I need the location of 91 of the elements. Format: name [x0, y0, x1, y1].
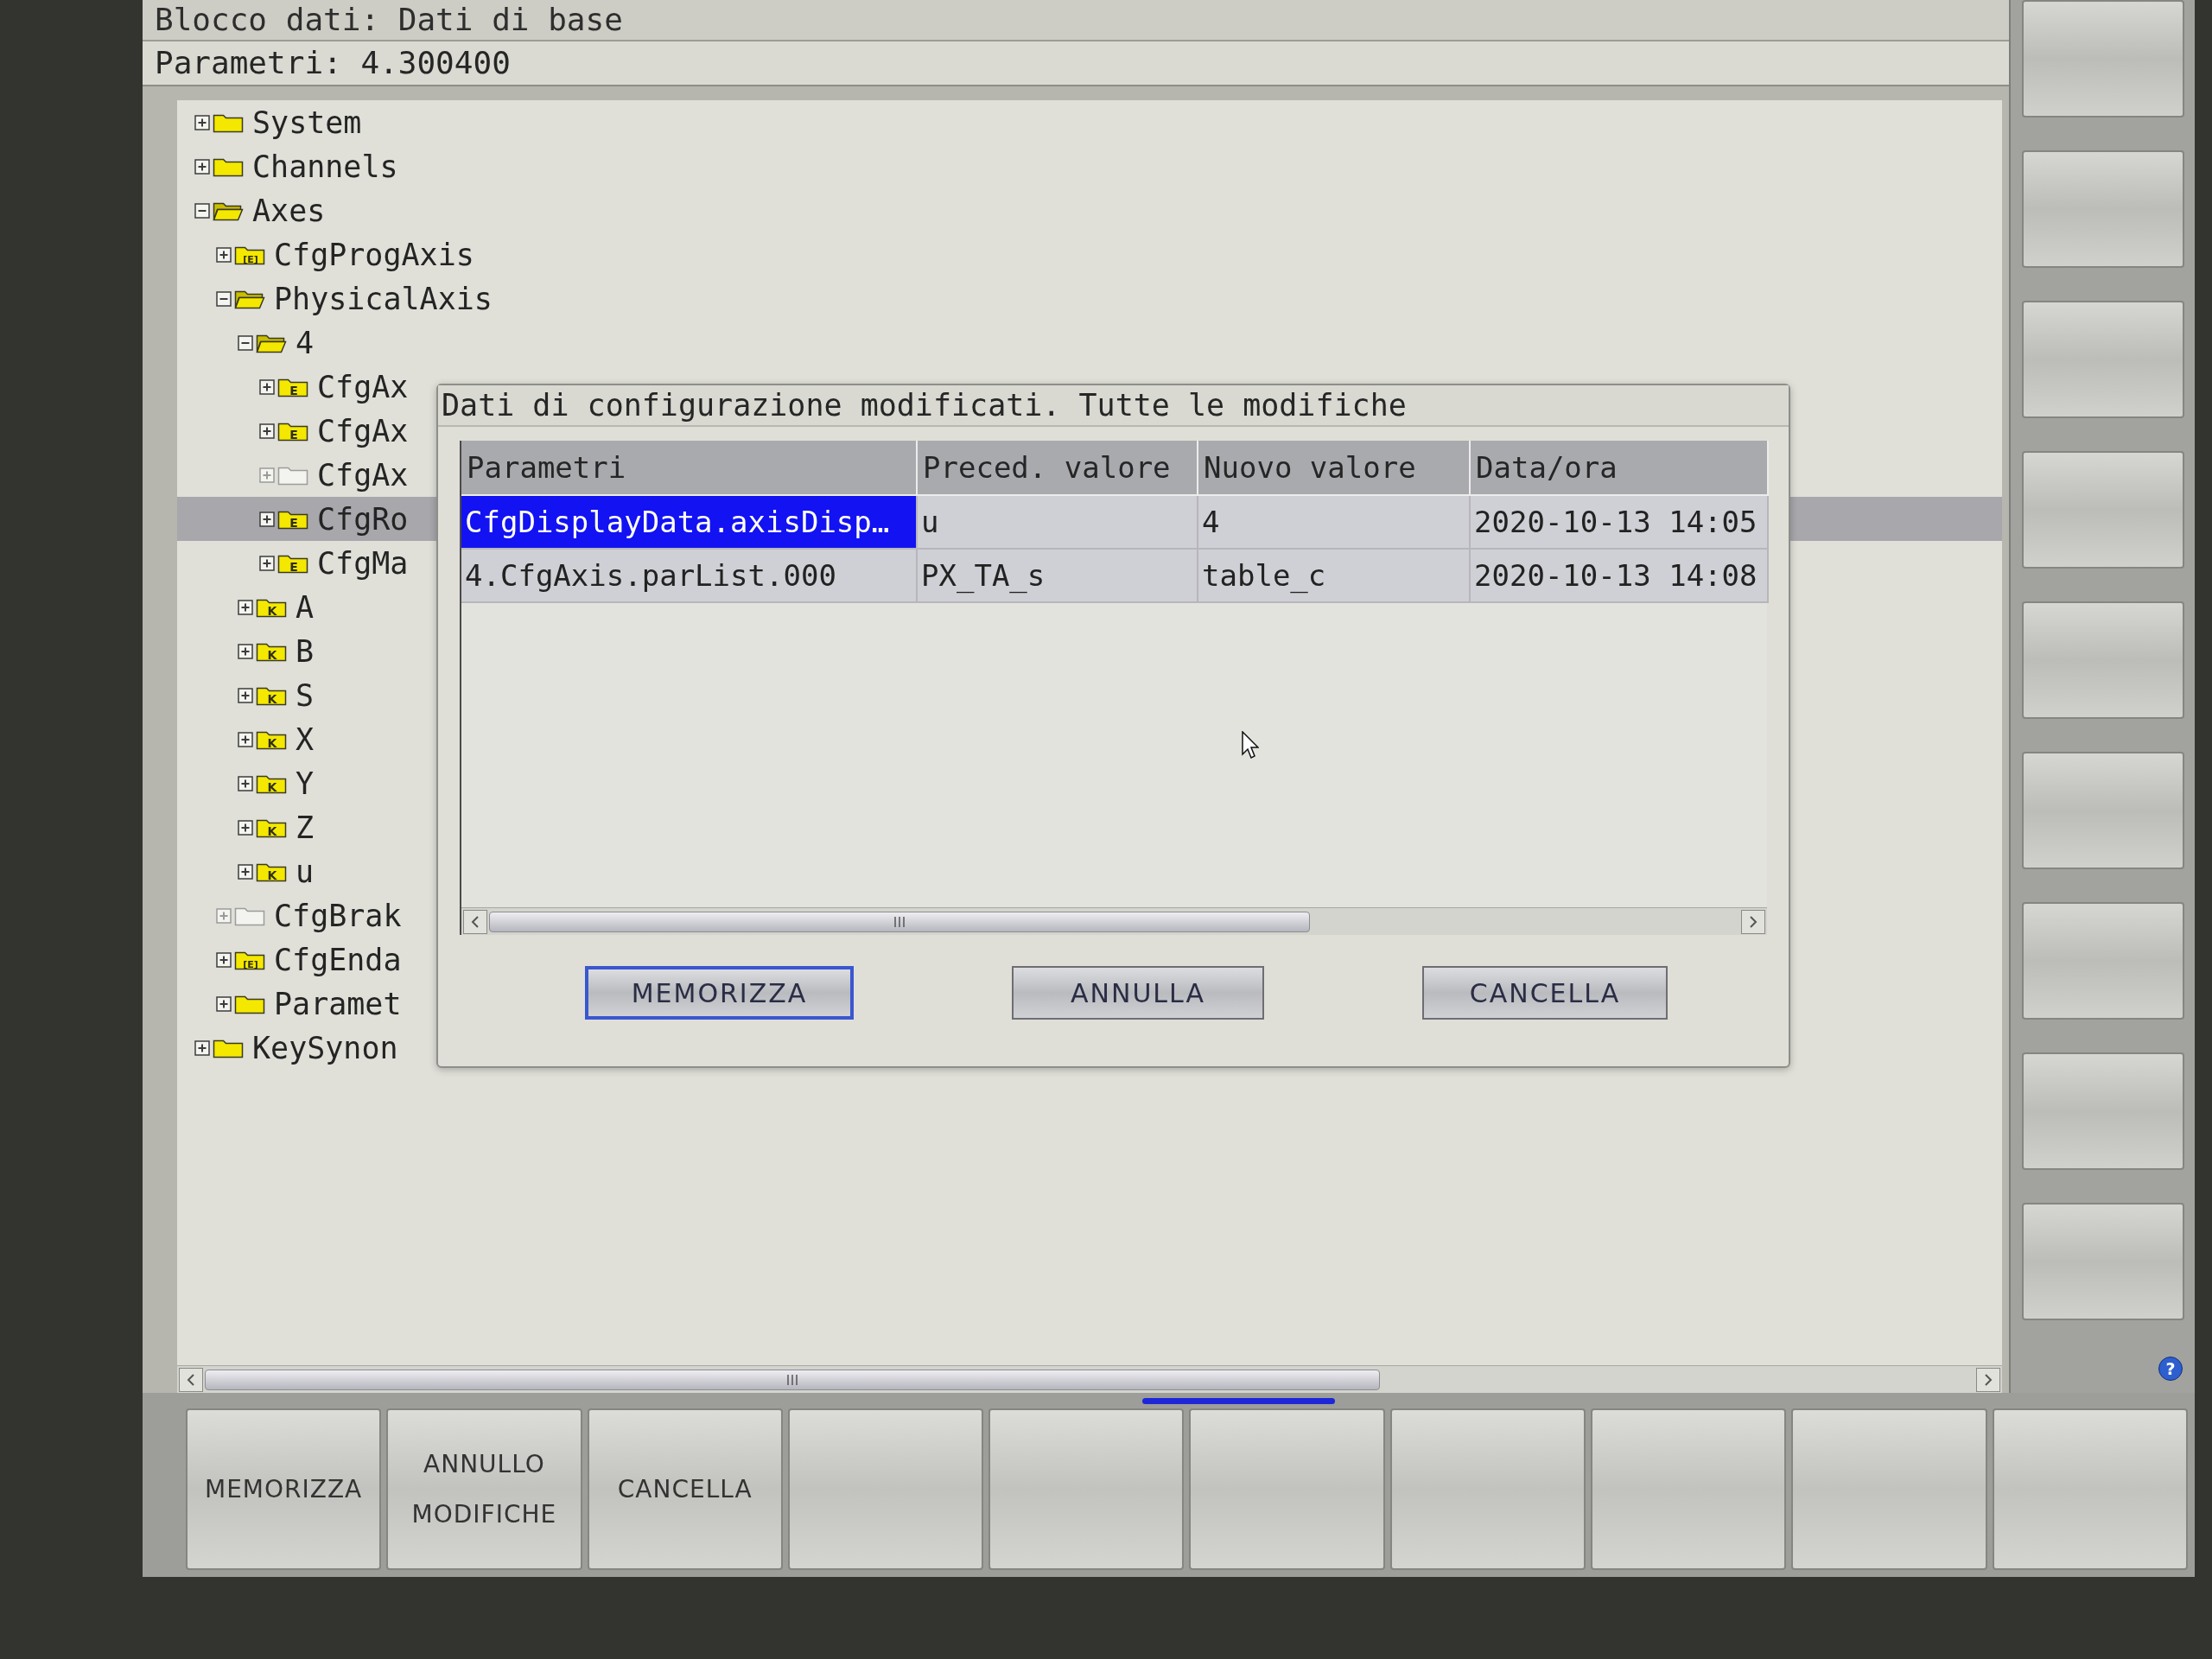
softkey[interactable] — [1591, 1408, 1787, 1570]
table-cell: CfgDisplayData.axisDisp… — [461, 496, 918, 550]
mouse-pointer-icon — [1242, 731, 1259, 759]
side-softkey[interactable] — [2021, 902, 2184, 1020]
grip-icon — [893, 915, 906, 928]
side-softkey[interactable] — [2021, 451, 2184, 569]
tree-item-label[interactable]: PhysicalAxis — [274, 281, 493, 316]
scrollbar-thumb[interactable] — [205, 1369, 1380, 1390]
expand-box-icon[interactable] — [194, 114, 210, 130]
tree-item-label[interactable]: 4 — [296, 325, 315, 360]
expand-box-icon[interactable] — [238, 775, 253, 791]
table-cell: 4 — [1198, 496, 1471, 550]
parameter-path: Parametri: 4.300400 — [155, 46, 511, 80]
expand-box-icon[interactable] — [216, 995, 232, 1012]
scroll-left-icon[interactable] — [463, 909, 487, 934]
data-block-title: Blocco dati: Dati di base — [155, 3, 623, 37]
column-header[interactable]: Data/ora — [1471, 441, 1769, 496]
side-softkey[interactable] — [2021, 301, 2184, 418]
side-softkey[interactable] — [2021, 1203, 2184, 1320]
expand-box-icon[interactable] — [238, 731, 253, 747]
tree-item-label[interactable]: CfgRo — [317, 501, 409, 537]
tree-item-label[interactable]: CfgAx — [317, 413, 409, 448]
grip-icon — [786, 1373, 798, 1386]
table-cell: PX_TA_s — [918, 550, 1198, 603]
tree-item-label[interactable]: Z — [296, 810, 315, 845]
side-softkey[interactable] — [2021, 150, 2184, 268]
scroll-left-icon[interactable] — [179, 1367, 203, 1392]
softkey[interactable] — [1992, 1408, 2188, 1570]
tree-item-label[interactable]: A — [296, 589, 315, 625]
tree-item-label[interactable]: Paramet — [274, 986, 402, 1021]
side-softkey[interactable] — [2021, 1052, 2184, 1170]
tree-item-label[interactable]: Y — [296, 766, 315, 801]
side-softkey[interactable] — [2021, 601, 2184, 719]
dialog-button[interactable]: ANNULLA — [1012, 966, 1264, 1020]
table-cell: table_c — [1198, 550, 1471, 603]
expand-box-icon[interactable] — [259, 555, 275, 571]
scroll-right-icon[interactable] — [1976, 1367, 2000, 1392]
softkey[interactable] — [1791, 1408, 1987, 1570]
horizontal-scrollbar[interactable] — [461, 907, 1767, 935]
expand-box-icon[interactable] — [216, 951, 232, 968]
dialog-button[interactable]: MEMORIZZA — [585, 966, 854, 1020]
scroll-right-icon[interactable] — [1741, 909, 1765, 934]
tree-item-label[interactable]: Axes — [252, 193, 326, 228]
softkey[interactable] — [988, 1408, 1185, 1570]
expand-box-icon[interactable] — [238, 819, 253, 836]
tree-item-label[interactable]: Channels — [252, 149, 398, 184]
tree-item-label[interactable]: System — [252, 105, 362, 140]
collapse-box-icon[interactable] — [216, 290, 232, 307]
horizontal-scrollbar[interactable] — [177, 1365, 2002, 1393]
softkey[interactable] — [1389, 1408, 1586, 1570]
expand-box-icon[interactable] — [238, 687, 253, 703]
expand-box-icon[interactable] — [259, 511, 275, 527]
table-cell: 2020-10-13 14:05 — [1471, 496, 1769, 550]
expand-box-icon[interactable] — [194, 158, 210, 175]
tree-item-label[interactable]: B — [296, 633, 315, 669]
tree-item-label[interactable]: u — [296, 854, 315, 889]
expand-box-icon[interactable] — [238, 863, 253, 880]
expand-box-icon[interactable] — [238, 599, 253, 615]
tree-item-label[interactable]: CfgAx — [317, 457, 409, 493]
expand-box-icon[interactable] — [238, 643, 253, 659]
side-softkey[interactable] — [2021, 0, 2184, 118]
collapse-box-icon[interactable] — [194, 202, 210, 219]
column-header[interactable]: Parametri — [461, 441, 918, 496]
column-header[interactable]: Preced. valore — [918, 441, 1198, 496]
tree-item-label[interactable]: KeySynon — [252, 1030, 398, 1065]
scrollbar-thumb[interactable] — [489, 911, 1310, 932]
softkey[interactable]: CANCELLA — [587, 1408, 783, 1570]
table-cell: 4.CfgAxis.parList.000 — [461, 550, 918, 603]
side-softkey[interactable] — [2021, 752, 2184, 869]
tree-item-label[interactable]: CfgEnda — [274, 942, 402, 977]
tree-item-label[interactable]: CfgAx — [317, 369, 409, 404]
tree-item-label[interactable]: CfgBrak — [274, 898, 402, 933]
softkey[interactable]: MEMORIZZA — [186, 1408, 382, 1570]
tree-item-label[interactable]: CfgProgAxis — [274, 237, 474, 272]
table-cell: u — [918, 496, 1198, 550]
softkey[interactable] — [1189, 1408, 1385, 1570]
table-cell: 2020-10-13 14:08 — [1471, 550, 1769, 603]
expand-box-icon[interactable] — [194, 1039, 210, 1056]
softkey[interactable] — [787, 1408, 984, 1570]
expand-box-icon[interactable] — [259, 423, 275, 439]
tree-item-label[interactable]: X — [296, 721, 315, 757]
column-header[interactable]: Nuovo valore — [1198, 441, 1471, 496]
tree-item-label[interactable]: CfgMa — [317, 545, 409, 581]
collapse-box-icon[interactable] — [238, 334, 253, 351]
dialog-title: Dati di configurazione modificati. Tutte le modifiche — [442, 388, 1407, 423]
tree-item-label[interactable]: S — [296, 677, 315, 713]
softkey[interactable]: ANNULLO MODIFICHE — [386, 1408, 582, 1570]
dialog-button[interactable]: CANCELLA — [1422, 966, 1668, 1020]
expand-box-icon[interactable] — [216, 246, 232, 263]
help-button[interactable]: ? — [2158, 1357, 2183, 1381]
expand-box-icon[interactable] — [259, 378, 275, 395]
